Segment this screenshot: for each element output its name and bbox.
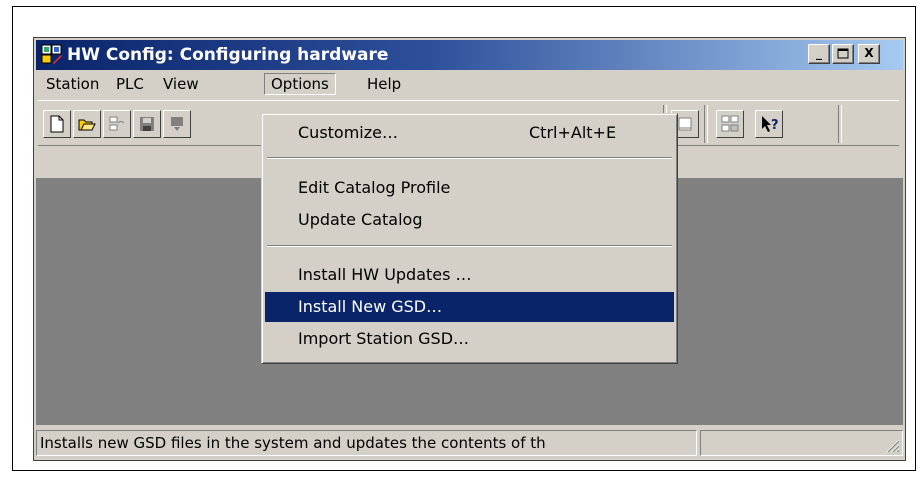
new-icon	[50, 115, 64, 133]
upload-icon	[678, 117, 692, 131]
save-button[interactable]	[133, 110, 161, 138]
menu-item-edit-catalog-profile[interactable]: Edit Catalog Profile	[265, 173, 674, 203]
catalog-icon	[721, 115, 739, 132]
menu-plc[interactable]: PLC	[110, 73, 150, 95]
menu-item-shortcut: Ctrl+Alt+E	[529, 123, 617, 142]
menu-view[interactable]: View	[157, 73, 205, 95]
status-text: Installs new GSD files in the system and…	[36, 430, 697, 456]
download-icon	[171, 117, 183, 131]
menu-item-label: Update Catalog	[298, 210, 423, 229]
menu-item-import-station-gsd[interactable]: Import Station GSD…	[265, 324, 674, 354]
status-panel	[700, 430, 903, 456]
menu-item-update-catalog[interactable]: Update Catalog	[265, 205, 674, 235]
status-bar: Installs new GSD files in the system and…	[36, 429, 903, 458]
network-button[interactable]	[103, 110, 131, 138]
menu-item-label: Import Station GSD…	[298, 329, 470, 348]
toolbar-separator	[704, 105, 708, 143]
menu-bar: Station PLC View Options Help	[36, 70, 903, 96]
menu-item-label: Edit Catalog Profile	[298, 178, 451, 197]
menu-separator	[267, 157, 672, 159]
save-icon	[140, 117, 154, 131]
menu-station[interactable]: Station	[40, 73, 105, 95]
toolbar-separator	[838, 105, 842, 143]
title-bar[interactable]: HW Config: Configuring hardware _ X	[36, 40, 903, 70]
open-button[interactable]	[73, 110, 101, 138]
download-button[interactable]	[163, 110, 191, 138]
svg-text:?: ?	[771, 118, 779, 133]
whats-this-help-button[interactable]: ?	[755, 110, 783, 138]
menu-item-install-new-gsd[interactable]: Install New GSD…	[265, 292, 674, 322]
menu-item-install-hw-updates[interactable]: Install HW Updates …	[265, 260, 674, 290]
menu-item-label: Install HW Updates …	[298, 265, 472, 284]
resize-grip-icon[interactable]	[884, 437, 900, 453]
menu-item-customize[interactable]: Customize… Ctrl+Alt+E	[265, 118, 674, 148]
menu-help[interactable]: Help	[361, 73, 407, 95]
new-button[interactable]	[43, 110, 71, 138]
menu-separator	[267, 245, 672, 247]
hw-config-app-icon	[41, 44, 62, 64]
menu-item-label: Customize…	[298, 123, 398, 142]
menu-item-label: Install New GSD…	[298, 297, 443, 316]
options-menu-dropdown: Customize… Ctrl+Alt+E Edit Catalog Profi…	[261, 113, 678, 364]
maximize-button[interactable]	[832, 44, 854, 64]
catalog-button[interactable]	[716, 110, 744, 138]
close-button[interactable]: X	[858, 44, 880, 64]
maximize-icon	[837, 48, 849, 59]
open-folder-icon	[78, 119, 96, 131]
network-icon	[109, 116, 125, 131]
menu-options[interactable]: Options	[264, 73, 336, 95]
whats-this-help-icon: ?	[762, 116, 779, 133]
window-title: HW Config: Configuring hardware	[67, 45, 389, 65]
minimize-button[interactable]: _	[808, 44, 830, 64]
